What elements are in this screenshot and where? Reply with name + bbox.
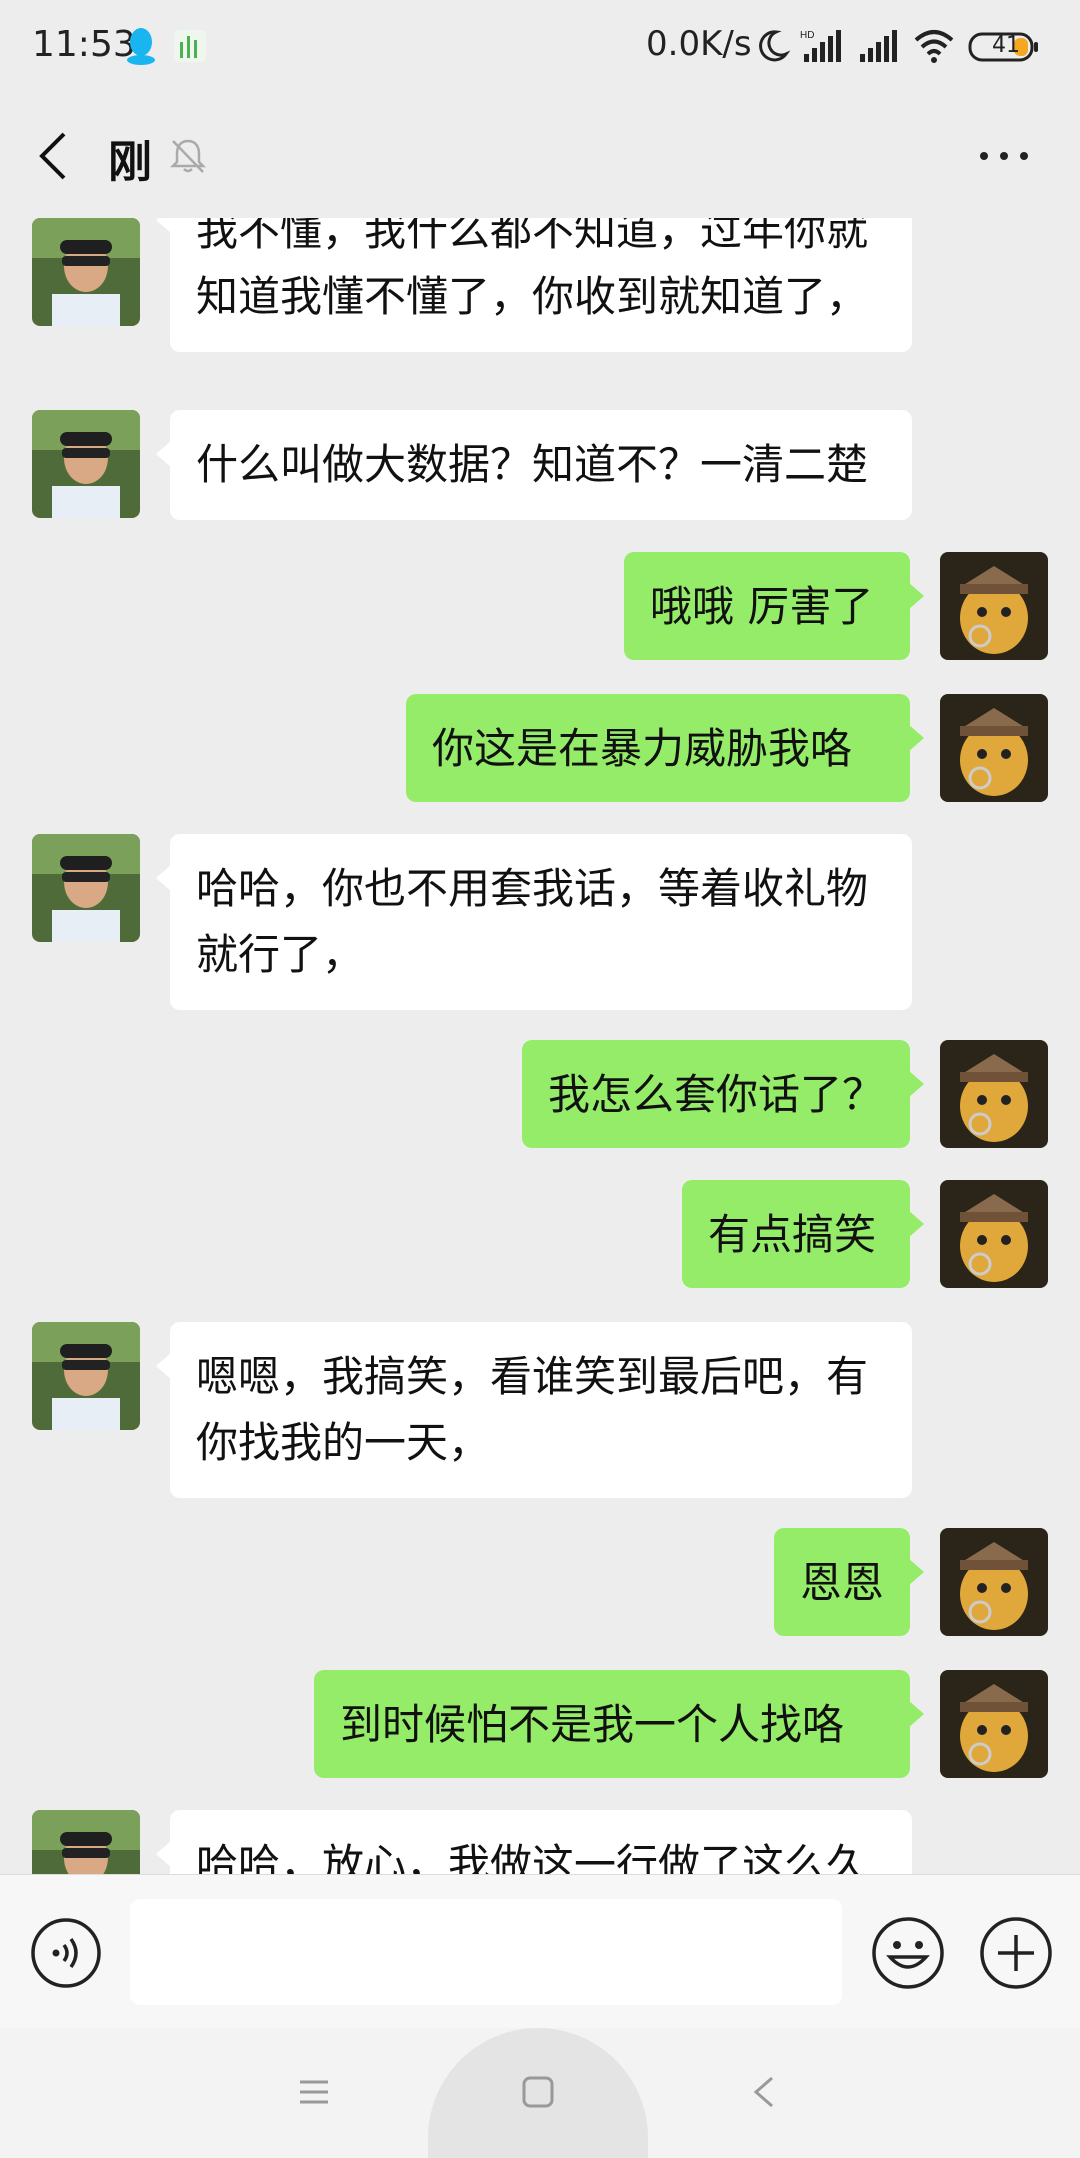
more-icon[interactable] (974, 136, 1034, 176)
contact-avatar[interactable] (32, 1322, 140, 1430)
svg-text:HD: HD (800, 30, 814, 41)
my-avatar[interactable] (940, 694, 1048, 802)
my-avatar[interactable] (940, 1528, 1048, 1636)
system-nav-bar (0, 2028, 1080, 2158)
net-speed: 0.0K/s (646, 24, 752, 64)
message-text: 哦哦 厉害了 (650, 582, 874, 631)
my-avatar[interactable] (940, 552, 1048, 660)
back-arrow-icon[interactable] (34, 128, 74, 184)
message-text: 嗯嗯，我搞笑，看谁笑到最后吧，有你找我的一天， (196, 1352, 869, 1467)
incoming-message[interactable]: 我不懂，我什么都不知道，过年你就知道我懂不懂了，你收到就知道了， (156, 218, 912, 352)
home-icon[interactable] (520, 2074, 556, 2110)
message-input[interactable] (130, 1899, 842, 2005)
hd-signal-icon: HD (800, 30, 841, 62)
contact-avatar[interactable] (32, 834, 140, 942)
status-time: 11:53 (32, 24, 136, 65)
outgoing-message[interactable]: 有点搞笑 (682, 1180, 924, 1288)
wifi-icon (914, 30, 954, 63)
battery-level: 41 (992, 33, 1020, 58)
incoming-message[interactable]: 什么叫做大数据？知道不？一清二楚 (156, 410, 912, 520)
app-icon (174, 30, 206, 62)
signal-icon (860, 30, 897, 62)
contact-avatar[interactable] (32, 1810, 140, 1874)
my-avatar[interactable] (940, 1040, 1048, 1148)
message-text: 哈哈，放心，我做这一行做了这么久 (196, 1840, 869, 1874)
chat-header: 刚 (0, 96, 1080, 218)
message-text: 什么叫做大数据？知道不？一清二楚 (196, 440, 869, 489)
input-bar (0, 1874, 1080, 2029)
message-text: 我怎么套你话了？ (548, 1070, 885, 1119)
chat-title: 刚 (108, 137, 152, 188)
message-text: 你这是在暴力威胁我咯 (432, 724, 853, 773)
outgoing-message[interactable]: 到时候怕不是我一个人找咯 (314, 1670, 924, 1778)
voice-icon[interactable] (30, 1917, 102, 1989)
message-list[interactable]: 我不懂，我什么都不知道，过年你就知道我懂不懂了，你收到就知道了， 什么叫做大数据… (0, 218, 1080, 1874)
outgoing-message[interactable]: 你这是在暴力威胁我咯 (406, 694, 924, 802)
status-bar: 11:53 0.0K/s HD 41 (0, 0, 1080, 96)
moon-icon (759, 30, 791, 62)
mute-bell-icon (169, 139, 207, 173)
outgoing-message[interactable]: 哦哦 厉害了 (624, 552, 924, 660)
message-text: 恩恩 (800, 1558, 885, 1607)
message-text: 有点搞笑 (708, 1210, 877, 1259)
incoming-message[interactable]: 嗯嗯，我搞笑，看谁笑到最后吧，有你找我的一天， (156, 1322, 912, 1498)
qq-icon (127, 28, 155, 65)
message-text: 到时候怕不是我一个人找咯 (340, 1700, 845, 1749)
contact-avatar[interactable] (32, 410, 140, 518)
outgoing-message[interactable]: 我怎么套你话了？ (522, 1040, 924, 1148)
back-icon[interactable] (750, 2074, 778, 2110)
contact-avatar[interactable] (32, 218, 140, 326)
message-text: 我不懂，我什么都不知道，过年你就知道我懂不懂了，你收到就知道了， (196, 218, 869, 321)
emoji-icon[interactable] (870, 1915, 946, 1991)
incoming-message[interactable]: 哈哈，你也不用套我话，等着收礼物就行了， (156, 834, 912, 1010)
outgoing-message[interactable]: 恩恩 (774, 1528, 924, 1636)
incoming-message[interactable]: 哈哈，放心，我做这一行做了这么久 (156, 1810, 912, 1874)
message-text: 哈哈，你也不用套我话，等着收礼物就行了， (196, 864, 869, 979)
my-avatar[interactable] (940, 1180, 1048, 1288)
menu-icon[interactable] (296, 2074, 332, 2110)
my-avatar[interactable] (940, 1670, 1048, 1778)
plus-icon[interactable] (978, 1915, 1054, 1991)
